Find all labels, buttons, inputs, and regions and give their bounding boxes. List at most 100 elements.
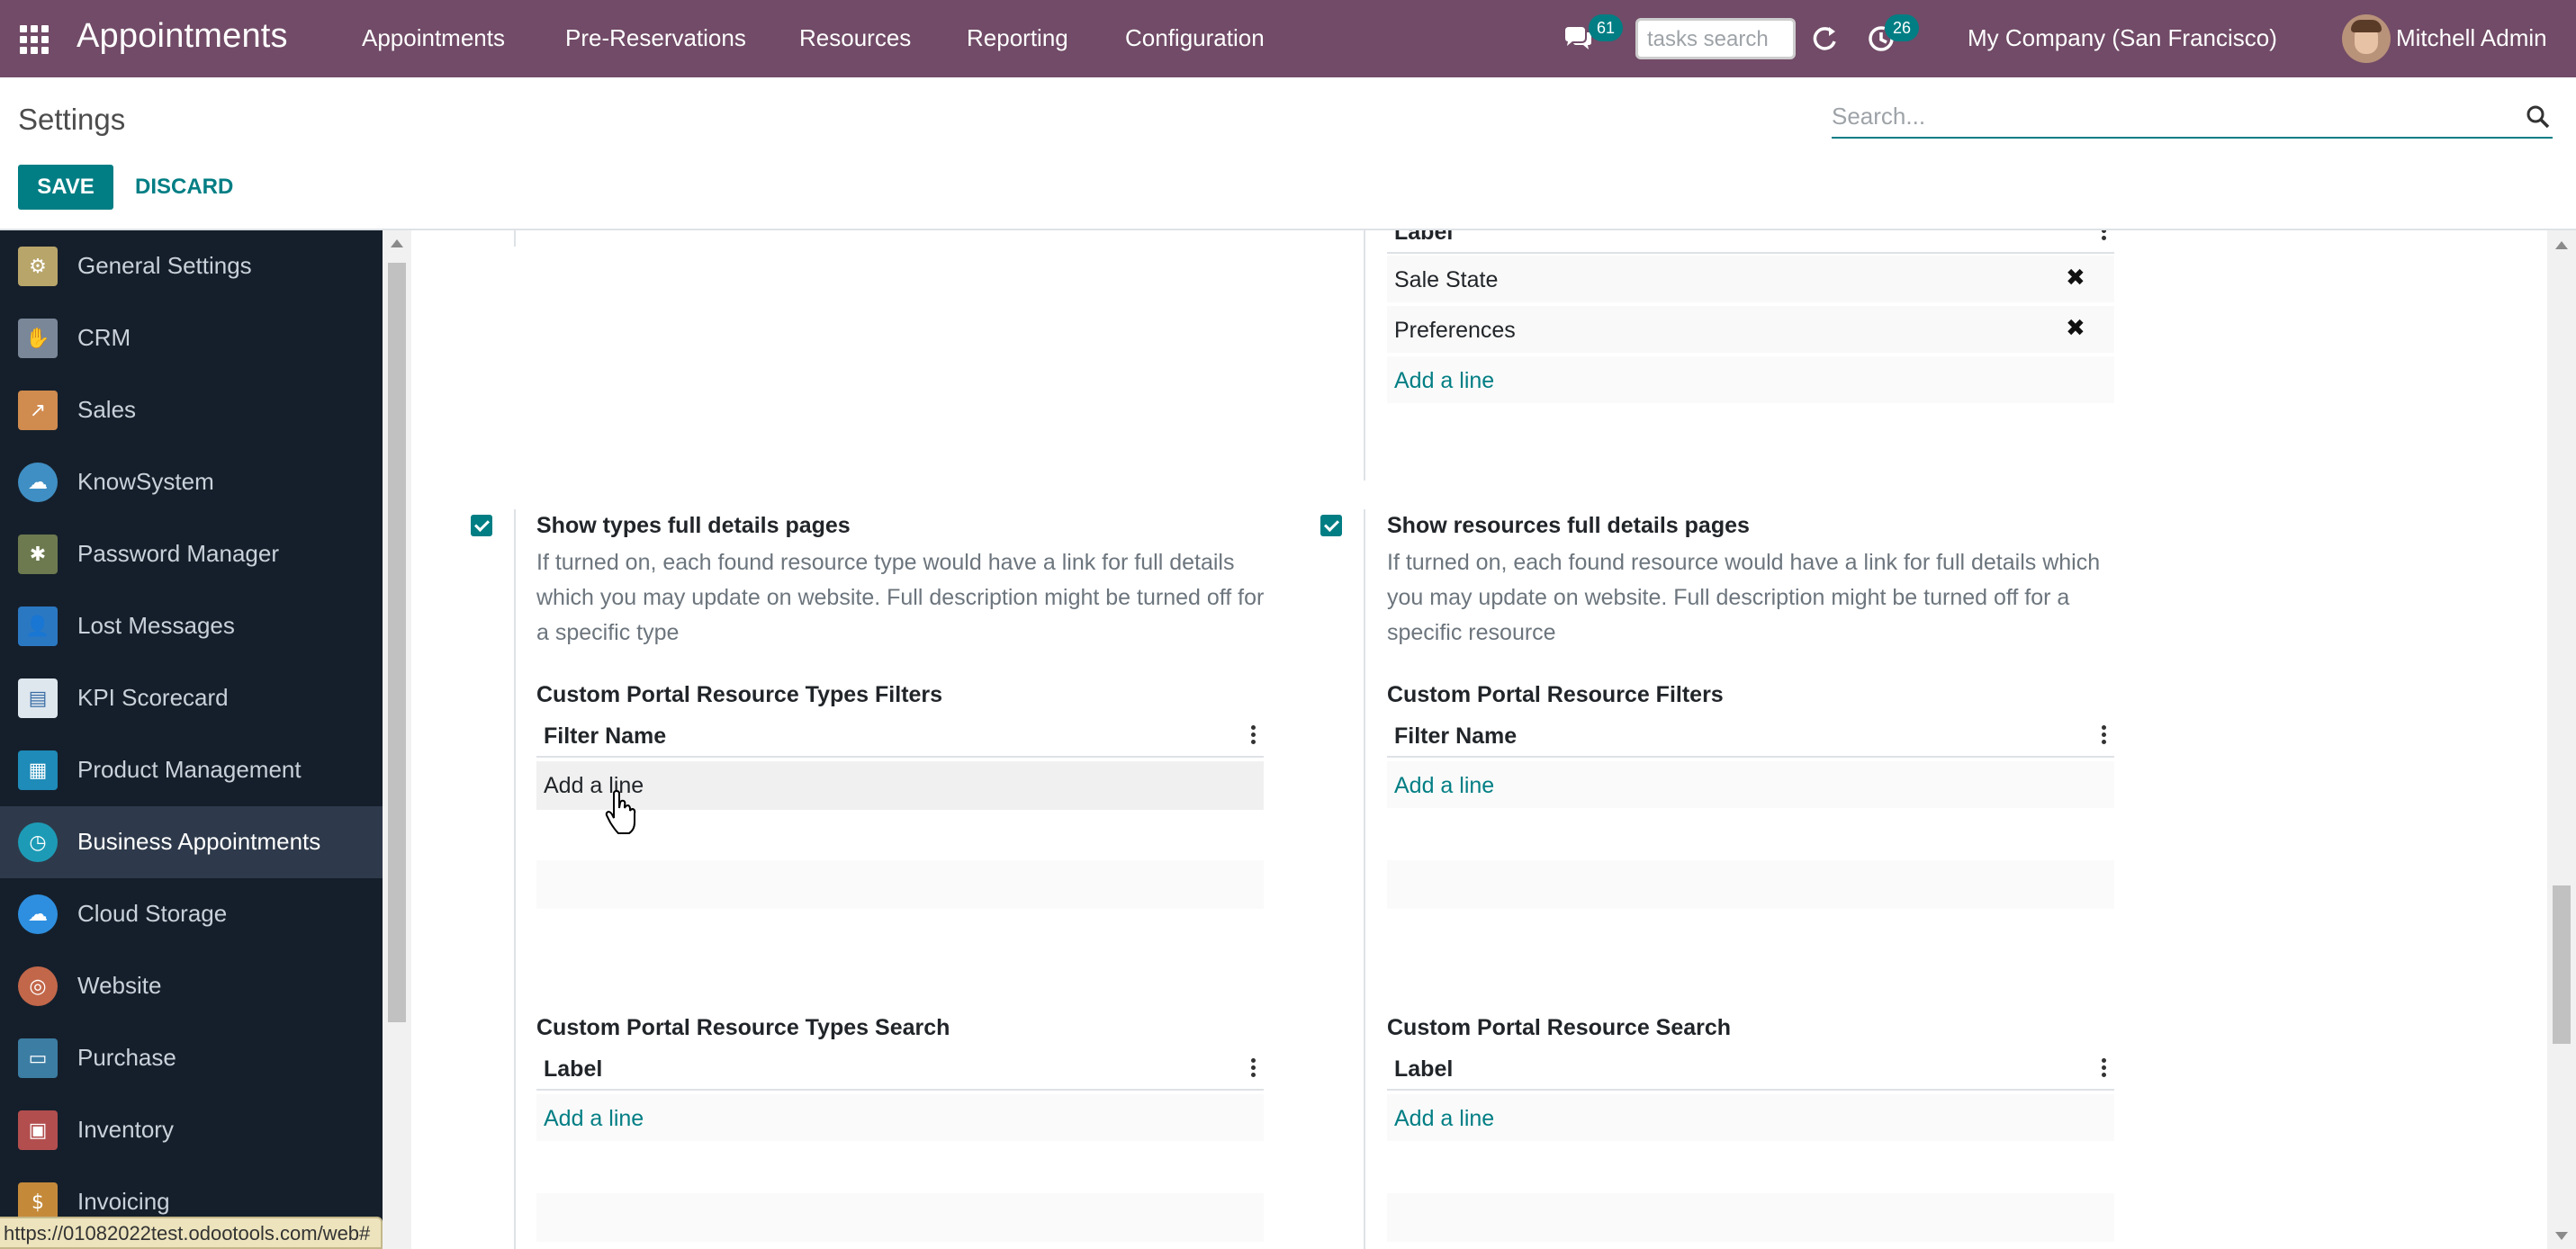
delete-row-icon[interactable]: ✖ — [2066, 315, 2085, 342]
settings-content: Label Sale State ✖ Preferences ✖ Add a l… — [411, 230, 2547, 1249]
list-item[interactable]: Sale State ✖ — [1387, 256, 2114, 304]
list-item[interactable]: Preferences ✖ — [1387, 306, 2114, 355]
control-panel: Settings Search... SAVE DISCARD — [0, 77, 2576, 230]
apps-menu-icon[interactable] — [16, 22, 49, 54]
right-section-border — [1364, 230, 1365, 481]
left-search-header: Label — [536, 1049, 1264, 1091]
sidebar-item-label: KnowSystem — [77, 468, 214, 495]
left-filters-header: Filter Name — [536, 716, 1264, 758]
add-line-row[interactable]: Add a line — [1387, 761, 2114, 810]
search-icon[interactable] — [2526, 104, 2551, 130]
add-line-row[interactable]: Add a line — [536, 1094, 1264, 1143]
sidebar-item-label: Lost Messages — [77, 612, 235, 639]
user-question-icon: 👤 — [18, 607, 58, 646]
menu-reporting[interactable]: Reporting — [967, 24, 1068, 52]
right-search-title: Custom Portal Resource Search — [1387, 1015, 1732, 1040]
delete-row-icon[interactable]: ✖ — [2066, 265, 2085, 292]
menu-configuration[interactable]: Configuration — [1125, 24, 1265, 52]
add-line-link[interactable]: Add a line — [1394, 773, 1494, 799]
column-header-filter-name[interactable]: Filter Name — [544, 723, 666, 750]
menu-pre-reservations[interactable]: Pre-Reservations — [565, 24, 746, 52]
cloud-icon: ☁ — [18, 894, 58, 934]
sidebar-item-crm[interactable]: ✋ CRM — [0, 302, 383, 374]
empty-row — [1387, 860, 2114, 909]
tasks-search-input[interactable]: tasks search — [1635, 18, 1796, 59]
gear-icon: ⚙ — [18, 247, 58, 286]
left-setting-title: Show types full details pages — [536, 513, 851, 538]
list-item-label: Sale State — [1394, 267, 1499, 292]
column-header-filter-name[interactable]: Filter Name — [1394, 723, 1517, 750]
key-icon: ✱ — [18, 535, 58, 574]
add-line-row[interactable]: Add a line — [1387, 356, 2114, 405]
sidebar-item-label: Password Manager — [77, 540, 279, 567]
scroll-down-arrow-icon[interactable] — [2555, 1232, 2568, 1240]
column-options-icon[interactable] — [1251, 1058, 1256, 1078]
right-filters-title: Custom Portal Resource Filters — [1387, 682, 1724, 707]
scroll-up-arrow-icon[interactable] — [391, 239, 403, 247]
right-search-header: Label — [1387, 1049, 2114, 1091]
settings-search-placeholder: Search... — [1832, 103, 1926, 130]
user-avatar[interactable] — [2342, 14, 2391, 63]
right-setting-title: Show resources full details pages — [1387, 513, 1750, 538]
app-brand[interactable]: Appointments — [77, 17, 288, 56]
sidebar-item-website[interactable]: ◎ Website — [0, 950, 383, 1022]
sidebar-item-lost-messages[interactable]: 👤 Lost Messages — [0, 590, 383, 662]
add-line-row[interactable]: Add a line — [536, 761, 1264, 810]
add-line-row[interactable]: Add a line — [1387, 1094, 2114, 1143]
chat-badge: 61 — [1589, 14, 1623, 41]
sidebar-item-password-manager[interactable]: ✱ Password Manager — [0, 518, 383, 590]
settings-sidebar: ⚙ General Settings ✋ CRM ↗ Sales ☁ KnowS… — [0, 230, 383, 1249]
add-line-link[interactable]: Add a line — [544, 1106, 644, 1132]
brain-icon: ☁ — [18, 463, 58, 502]
sidebar-item-knowsystem[interactable]: ☁ KnowSystem — [0, 446, 383, 518]
list-item-label: Preferences — [1394, 318, 1516, 343]
column-options-icon[interactable] — [2102, 230, 2107, 241]
column-options-icon[interactable] — [2102, 1058, 2107, 1078]
box-icon: ▣ — [18, 1110, 58, 1150]
handshake-icon: ✋ — [18, 319, 58, 358]
scorecard-icon: ▤ — [18, 678, 58, 718]
save-button[interactable]: SAVE — [18, 165, 113, 210]
sidebar-item-purchase[interactable]: ▭ Purchase — [0, 1022, 383, 1094]
show-types-details-checkbox[interactable] — [471, 515, 492, 536]
content-scrollbar-thumb[interactable] — [2553, 885, 2571, 1044]
sidebar-scrollbar[interactable] — [383, 230, 411, 1249]
sidebar-item-product-management[interactable]: ▦ Product Management — [0, 734, 383, 806]
show-resources-details-checkbox[interactable] — [1320, 515, 1342, 536]
sidebar-item-kpi-scorecard[interactable]: ▤ KPI Scorecard — [0, 662, 383, 734]
scroll-up-arrow-icon[interactable] — [2555, 241, 2568, 249]
sidebar-item-label: Purchase — [77, 1044, 176, 1071]
sidebar-item-label: Cloud Storage — [77, 900, 228, 927]
sidebar-scrollbar-thumb[interactable] — [388, 263, 406, 1022]
card-icon: ▭ — [18, 1038, 58, 1078]
hand-cursor-icon — [605, 790, 636, 834]
add-line-link[interactable]: Add a line — [1394, 1106, 1494, 1132]
sidebar-item-cloud-storage[interactable]: ☁ Cloud Storage — [0, 878, 383, 950]
sidebar-item-business-appointments[interactable]: ◷ Business Appointments — [0, 806, 383, 878]
settings-search-input[interactable]: Search... — [1832, 95, 2553, 139]
column-header-label[interactable]: Label — [544, 1056, 602, 1083]
right-section-border — [1364, 509, 1365, 1249]
right-filters-header: Filter Name — [1387, 716, 2114, 758]
column-options-icon[interactable] — [1251, 725, 1256, 745]
menu-appointments[interactable]: Appointments — [362, 24, 505, 52]
left-search-title: Custom Portal Resource Types Search — [536, 1015, 950, 1040]
add-line-link[interactable]: Add a line — [1394, 368, 1494, 394]
company-switcher[interactable]: My Company (San Francisco) — [1968, 24, 2277, 52]
globe-icon: ◎ — [18, 966, 58, 1006]
menu-resources[interactable]: Resources — [799, 24, 911, 52]
sidebar-item-general-settings[interactable]: ⚙ General Settings — [0, 230, 383, 302]
discard-button[interactable]: DISCARD — [126, 165, 242, 210]
sidebar-item-label: Website — [77, 972, 162, 999]
column-options-icon[interactable] — [2102, 725, 2107, 745]
activity-badge: 26 — [1885, 14, 1919, 41]
column-header-label[interactable]: Label — [1394, 230, 1453, 246]
sidebar-item-sales[interactable]: ↗ Sales — [0, 374, 383, 446]
sync-icon[interactable] — [1809, 23, 1840, 54]
column-header-label[interactable]: Label — [1394, 1056, 1453, 1083]
sidebar-item-label: Product Management — [77, 756, 302, 783]
user-menu[interactable]: Mitchell Admin — [2396, 24, 2547, 52]
sidebar-item-inventory[interactable]: ▣ Inventory — [0, 1094, 383, 1166]
sidebar-item-label: Sales — [77, 396, 137, 423]
content-scrollbar[interactable] — [2547, 230, 2576, 1249]
